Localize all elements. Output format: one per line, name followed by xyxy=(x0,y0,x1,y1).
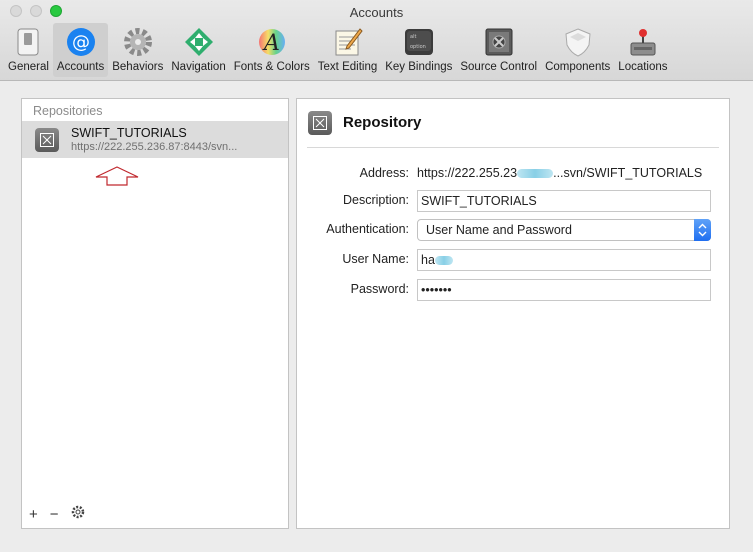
username-field[interactable]: ha xyxy=(417,249,711,271)
authentication-label: Authentication: xyxy=(326,222,409,236)
address-suffix: ...svn/SWIFT_TUTORIALS xyxy=(553,166,703,180)
tab-label: General xyxy=(8,61,49,73)
disk-joystick-icon xyxy=(627,26,659,58)
list-tools: + − xyxy=(29,505,85,523)
username-value: ha xyxy=(421,253,435,267)
address-value: https://222.255.23 ...svn/SWIFT_TUTORIALS xyxy=(417,166,702,180)
password-label: Password: xyxy=(350,282,409,296)
authentication-value: User Name and Password xyxy=(426,223,572,237)
authentication-row: Authentication: User Name and Password xyxy=(297,219,729,241)
address-row: Address: https://222.255.23 ...svn/SWIFT_… xyxy=(297,163,729,185)
chevron-updown-icon xyxy=(694,219,711,241)
annotation-arrow-icon xyxy=(94,166,140,191)
tab-source-control[interactable]: Source Control xyxy=(456,23,541,77)
vault-icon xyxy=(483,26,515,58)
font-a-icon: A xyxy=(256,26,288,58)
repositories-panel: Repositories SWIFT_TUTORIALS https://222… xyxy=(21,98,289,529)
repository-name: SWIFT_TUTORIALS xyxy=(71,126,187,140)
gear-icon[interactable] xyxy=(71,505,85,523)
preferences-tabs: General @ Accounts Behaviors Navigation … xyxy=(4,23,672,77)
tab-label: Components xyxy=(545,61,611,73)
authentication-select[interactable]: User Name and Password xyxy=(417,219,711,241)
svg-text:@: @ xyxy=(72,32,90,53)
redaction-blur xyxy=(517,169,554,179)
tab-label: Accounts xyxy=(56,61,105,73)
repository-url: https://222.255.236.87:8443/svn... xyxy=(71,141,238,153)
tab-label: Fonts & Colors xyxy=(233,61,310,73)
tab-fonts-colors[interactable]: A Fonts & Colors xyxy=(230,23,314,77)
redaction-blur xyxy=(434,256,453,266)
address-label: Address: xyxy=(359,166,409,180)
list-item[interactable]: SWIFT_TUTORIALS https://222.255.236.87:8… xyxy=(22,121,288,158)
repository-detail-panel: Repository Address: https://222.255.23..… xyxy=(296,98,730,529)
divider xyxy=(307,147,719,148)
description-row: Description: SWIFT_TUTORIALS xyxy=(297,190,729,212)
tab-label: Locations xyxy=(618,61,668,73)
tab-label: Key Bindings xyxy=(385,61,453,73)
remove-repository-button[interactable]: − xyxy=(50,506,59,523)
repository-icon xyxy=(35,128,59,152)
window-toolbar: Accounts General @ Accounts Behaviors Na… xyxy=(0,0,753,81)
tab-components[interactable]: Components xyxy=(541,23,614,77)
gear-icon xyxy=(122,26,154,58)
tab-accounts[interactable]: @ Accounts xyxy=(52,23,109,77)
repository-icon xyxy=(308,111,332,135)
keyboard-key-icon: alt option xyxy=(403,26,435,58)
tab-label: Text Editing xyxy=(317,61,378,73)
shield-icon xyxy=(562,26,594,58)
password-field[interactable]: ••••••• xyxy=(417,279,711,301)
at-icon: @ xyxy=(65,26,97,58)
description-field[interactable]: SWIFT_TUTORIALS xyxy=(417,190,711,212)
tab-label: Navigation xyxy=(171,61,226,73)
switch-icon xyxy=(12,26,44,58)
repositories-header: Repositories xyxy=(33,104,103,118)
notepad-pencil-icon xyxy=(332,26,364,58)
tab-behaviors[interactable]: Behaviors xyxy=(108,23,167,77)
window-title: Accounts xyxy=(349,5,404,20)
svg-text:A: A xyxy=(262,31,280,56)
navigation-arrows-icon xyxy=(183,26,215,58)
tab-label: Behaviors xyxy=(112,61,164,73)
username-row: User Name: ha xyxy=(297,249,729,271)
tab-navigation[interactable]: Navigation xyxy=(167,23,229,77)
tab-locations[interactable]: Locations xyxy=(614,23,671,77)
tab-text-editing[interactable]: Text Editing xyxy=(314,23,381,77)
username-label: User Name: xyxy=(342,252,409,266)
tab-general[interactable]: General xyxy=(4,23,53,77)
add-repository-button[interactable]: + xyxy=(29,506,38,523)
svg-text:alt: alt xyxy=(410,34,416,40)
tab-key-bindings[interactable]: alt option Key Bindings xyxy=(381,23,456,77)
tab-label: Source Control xyxy=(460,61,538,73)
svg-text:option: option xyxy=(410,44,426,50)
password-row: Password: ••••••• xyxy=(297,279,729,301)
detail-title: Repository xyxy=(343,114,422,131)
description-label: Description: xyxy=(343,193,409,207)
address-prefix: https://222.255.23 xyxy=(417,166,518,180)
